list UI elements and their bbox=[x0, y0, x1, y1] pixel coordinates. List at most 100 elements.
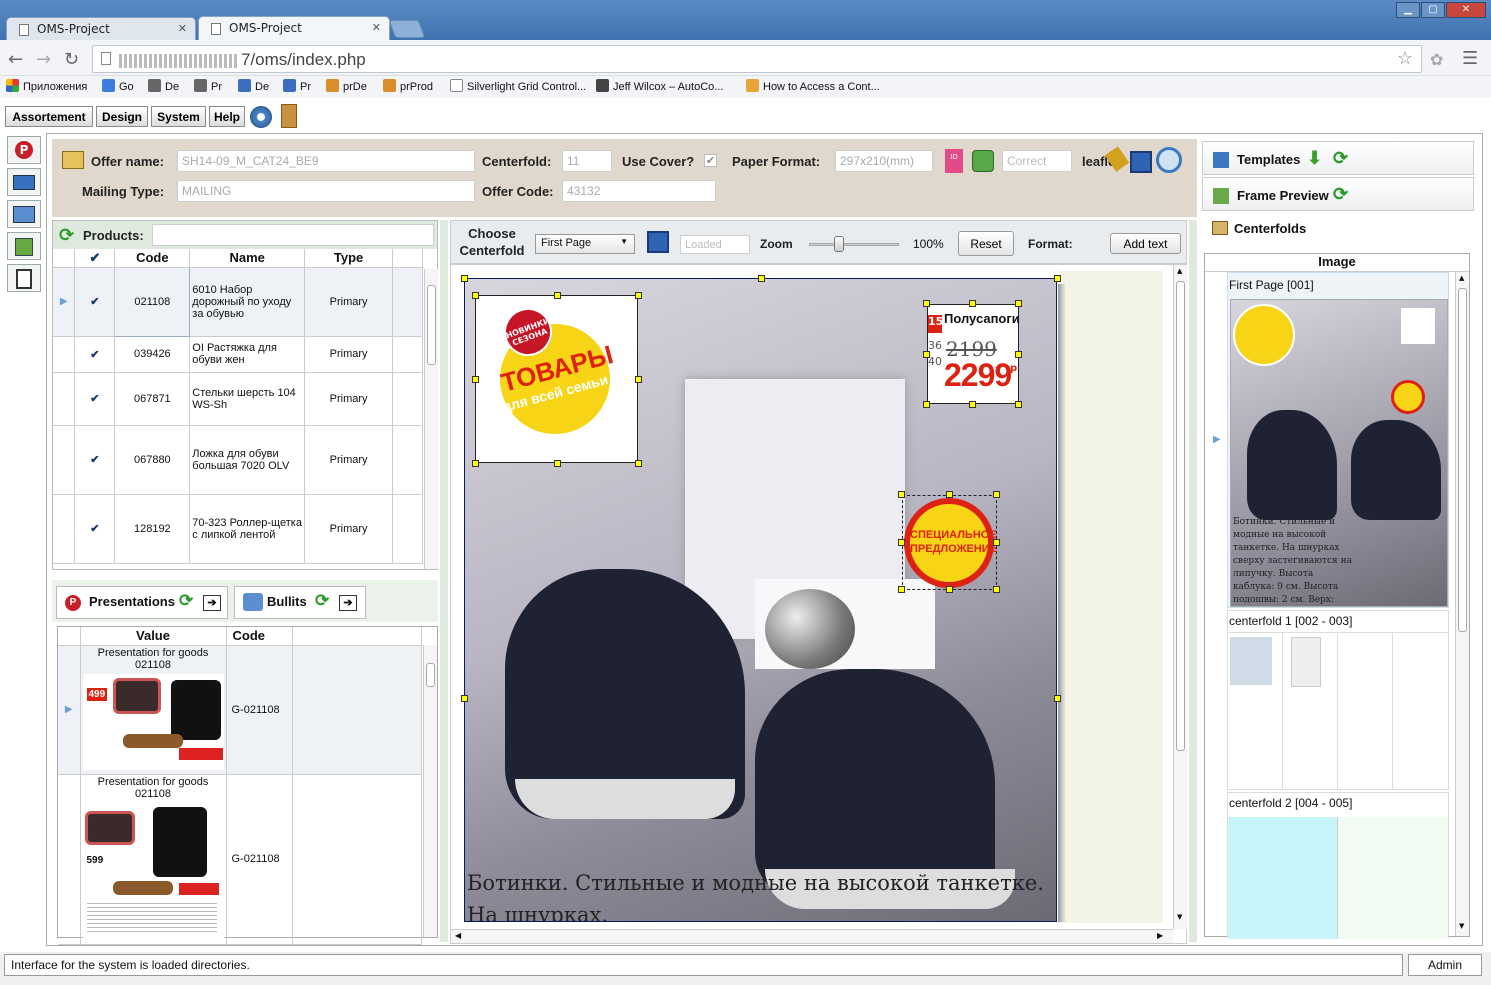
help-menu[interactable]: Help bbox=[209, 106, 245, 127]
download-arrow-icon[interactable]: ⬇ bbox=[1307, 148, 1322, 169]
centerfold-field[interactable]: 11 bbox=[562, 150, 612, 172]
resize-handle[interactable] bbox=[553, 292, 561, 299]
resize-handle[interactable] bbox=[1054, 275, 1061, 282]
save-icon[interactable] bbox=[1130, 151, 1152, 173]
resize-handle[interactable] bbox=[1015, 350, 1022, 358]
paper-format-field[interactable]: 297x210(mm) bbox=[835, 150, 933, 172]
vertical-splitter[interactable] bbox=[1189, 220, 1197, 942]
pinterest-button[interactable]: P bbox=[7, 136, 41, 164]
resize-handle[interactable] bbox=[472, 460, 479, 467]
catalog-page[interactable]: Ботинки. Стильные и модные на высокой та… bbox=[464, 278, 1057, 922]
products-search-input[interactable] bbox=[152, 224, 434, 246]
resize-handle[interactable] bbox=[898, 586, 905, 593]
export-arrow-icon[interactable]: ➔ bbox=[339, 595, 357, 611]
door-exit-icon[interactable] bbox=[281, 104, 297, 128]
reset-button[interactable]: Reset bbox=[958, 231, 1014, 256]
resize-handle[interactable] bbox=[461, 275, 468, 282]
resize-handle[interactable] bbox=[472, 292, 479, 299]
centerfolds-scrollbar[interactable]: ▲ ▼ bbox=[1455, 272, 1469, 936]
maximize-button[interactable]: ▢ bbox=[1421, 2, 1445, 18]
centerfold-item[interactable]: centerfold 1 [002 - 003] bbox=[1227, 610, 1449, 790]
offer-name-field[interactable]: SH14-09_M_CAT24_BE9 bbox=[177, 150, 475, 172]
close-tab-icon[interactable]: ✕ bbox=[372, 21, 381, 34]
scroll-right-icon[interactable]: ▶ bbox=[1157, 931, 1163, 940]
scrollbar-thumb[interactable] bbox=[427, 285, 436, 365]
notebook-button[interactable] bbox=[7, 264, 41, 292]
resize-handle[interactable] bbox=[945, 586, 953, 593]
offer-code-field[interactable]: 43132 bbox=[562, 180, 716, 202]
correct-field[interactable]: Correct bbox=[1002, 150, 1072, 172]
resize-handle[interactable] bbox=[898, 491, 905, 498]
forward-icon[interactable]: → bbox=[36, 49, 51, 70]
bookmark-apps[interactable]: Приложения bbox=[6, 79, 87, 93]
catalog-button[interactable] bbox=[7, 168, 41, 196]
scroll-down-icon[interactable]: ▼ bbox=[1459, 922, 1464, 930]
products-scrollbar[interactable] bbox=[424, 269, 438, 569]
minimize-button[interactable]: ▁ bbox=[1396, 2, 1420, 18]
templates-header[interactable]: Templates ⬇ ⟳ bbox=[1202, 141, 1474, 175]
centerfold-item[interactable]: centerfold 2 [004 - 005] bbox=[1227, 792, 1449, 939]
code-column-header[interactable]: Code bbox=[114, 249, 191, 268]
use-cover-checkbox[interactable]: ✔ bbox=[704, 154, 717, 167]
value-column-header[interactable]: Value bbox=[80, 627, 227, 646]
save-icon[interactable] bbox=[647, 231, 669, 253]
star-icon[interactable]: ☆ bbox=[1397, 48, 1413, 69]
refresh-icon[interactable]: ⟳ bbox=[1333, 184, 1348, 205]
bookmark[interactable]: De bbox=[238, 79, 269, 93]
refresh-icon[interactable]: ⟳ bbox=[59, 225, 74, 246]
resize-handle[interactable] bbox=[472, 376, 479, 383]
scrollbar-thumb[interactable] bbox=[1458, 288, 1467, 632]
close-window-button[interactable]: ✕ bbox=[1446, 2, 1486, 18]
row-checkbox[interactable]: ✔ bbox=[74, 267, 116, 337]
bookmark[interactable]: prProd bbox=[383, 79, 433, 93]
table-row[interactable]: Presentation for goods 021108 599 G-0211… bbox=[58, 774, 422, 945]
tab-bullits[interactable]: Bullits ⟳ ➔ bbox=[234, 586, 366, 619]
scrollbar-thumb[interactable] bbox=[426, 663, 435, 687]
export-arrow-icon[interactable]: ➔ bbox=[203, 595, 221, 611]
resize-handle[interactable] bbox=[923, 401, 930, 408]
row-checkbox[interactable]: ✔ bbox=[74, 494, 116, 564]
image-column-header[interactable]: Image bbox=[1205, 254, 1469, 272]
close-tab-icon[interactable]: ✕ bbox=[178, 22, 187, 35]
presentations-scrollbar[interactable] bbox=[423, 645, 437, 937]
presentation-cell[interactable]: Presentation for goods 021108 599 bbox=[80, 774, 227, 945]
code-column-header[interactable]: Code bbox=[226, 627, 293, 646]
special-offer-frame[interactable]: СПЕЦИАЛЬНОЕ ПРЕДЛОЖЕНИЕ bbox=[902, 495, 997, 590]
row-checkbox[interactable]: ✔ bbox=[74, 425, 116, 495]
table-row[interactable]: ✔ 067871 Стельки шерсть 104 WS-Sh Primar… bbox=[53, 372, 423, 426]
badge-new-season-frame[interactable]: ТОВАРЫ для всей семьи НОВИНКИ СЕЗОНА bbox=[475, 295, 638, 463]
resize-handle[interactable] bbox=[1015, 401, 1022, 408]
resize-handle[interactable] bbox=[923, 300, 930, 307]
system-menu[interactable]: System bbox=[151, 106, 206, 127]
loaded-field[interactable]: Loaded bbox=[680, 235, 750, 254]
frame-preview-header[interactable]: Frame Preview ⟳ bbox=[1202, 177, 1474, 211]
centerfold-item-selected[interactable]: First Page [001] Ботинки. Стильные и мод… bbox=[1227, 272, 1449, 608]
bookmark[interactable]: De bbox=[148, 79, 179, 93]
zoom-slider-thumb[interactable] bbox=[834, 236, 844, 252]
resize-handle[interactable] bbox=[923, 350, 930, 358]
table-row[interactable]: ▶ ✔ 021108 6010 Набор дорожный по уходу … bbox=[53, 266, 423, 337]
resize-handle[interactable] bbox=[757, 275, 765, 282]
folder-icon[interactable] bbox=[62, 151, 84, 169]
assortement-menu[interactable]: Assortement bbox=[5, 106, 93, 127]
bookmark[interactable]: How to Access a Cont... bbox=[746, 79, 880, 93]
resize-handle[interactable] bbox=[635, 376, 642, 383]
resize-handle[interactable] bbox=[1015, 300, 1022, 307]
type-column-header[interactable]: Type bbox=[304, 249, 394, 268]
canvas-vertical-scrollbar[interactable]: ▲ ▼ bbox=[1173, 265, 1187, 929]
table-row[interactable]: ✔ 067880 Ложка для обуви большая 7020 OL… bbox=[53, 425, 423, 495]
preview-search-icon[interactable] bbox=[1156, 147, 1182, 173]
settings-gear-icon[interactable] bbox=[250, 106, 272, 128]
centerfolds-header[interactable]: Centerfolds bbox=[1202, 212, 1474, 244]
scrollbar-thumb[interactable] bbox=[1176, 281, 1185, 751]
bookmark[interactable]: Pr bbox=[194, 79, 222, 93]
scroll-up-icon[interactable]: ▲ bbox=[1459, 274, 1464, 282]
menu-icon[interactable]: ☰ bbox=[1462, 48, 1478, 69]
resize-handle[interactable] bbox=[945, 491, 953, 498]
presentation-cell[interactable]: Presentation for goods 021108 499 bbox=[80, 645, 227, 775]
table-row[interactable]: ✔ 039426 OI Растяжка для обуви жен Prima… bbox=[53, 336, 423, 373]
scroll-up-icon[interactable]: ▲ bbox=[1177, 267, 1182, 275]
resize-handle[interactable] bbox=[969, 300, 976, 307]
browser-tab[interactable]: OMS-Project ✕ bbox=[6, 17, 196, 40]
mailing-type-field[interactable]: MAILING bbox=[177, 180, 475, 202]
